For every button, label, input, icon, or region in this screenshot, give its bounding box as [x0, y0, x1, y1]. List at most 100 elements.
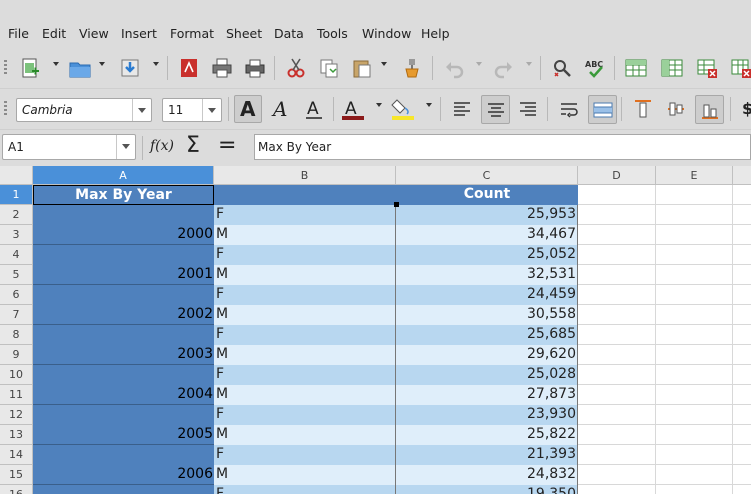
cell-a1-header[interactable]: Max By Year	[33, 185, 214, 205]
paste-icon[interactable]	[348, 54, 376, 82]
cell-count[interactable]: 30,558	[396, 305, 578, 325]
open-dropdown-icon[interactable]	[99, 62, 105, 66]
font-color-icon[interactable]: A	[339, 95, 367, 123]
cell-sex[interactable]: M	[214, 265, 396, 285]
empty-cell[interactable]	[656, 405, 733, 425]
column-icon[interactable]	[658, 54, 686, 82]
empty-cell[interactable]	[578, 305, 656, 325]
column-header-c[interactable]: C	[396, 166, 578, 185]
menu-insert[interactable]: Insert	[121, 26, 157, 41]
align-top-icon[interactable]	[629, 95, 657, 123]
cell-year[interactable]: 2001	[33, 265, 214, 285]
align-bottom-icon[interactable]	[695, 95, 724, 124]
cell-sex[interactable]: M	[214, 225, 396, 245]
italic-icon[interactable]: A	[267, 95, 295, 123]
cell-count[interactable]: 25,685	[396, 325, 578, 345]
cell-b1[interactable]	[214, 185, 396, 205]
undo-dropdown-icon[interactable]	[476, 62, 482, 66]
empty-cell[interactable]	[733, 385, 751, 405]
redo-icon[interactable]	[490, 54, 518, 82]
cell-count[interactable]: 34,467	[396, 225, 578, 245]
font-name-combo[interactable]: Cambria	[16, 98, 152, 122]
cell-year[interactable]: 2000	[33, 225, 214, 245]
currency-icon[interactable]: $	[742, 99, 751, 118]
empty-cell[interactable]	[733, 465, 751, 485]
cell-sex[interactable]: F	[214, 405, 396, 425]
empty-cell[interactable]	[578, 285, 656, 305]
name-box[interactable]: A1	[2, 134, 136, 160]
cell-sex[interactable]: F	[214, 365, 396, 385]
empty-cell[interactable]	[578, 265, 656, 285]
chevron-down-icon[interactable]	[202, 99, 221, 121]
row-header[interactable]: 13	[0, 425, 33, 445]
empty-cell[interactable]	[578, 325, 656, 345]
menu-file[interactable]: File	[8, 26, 29, 41]
empty-cell[interactable]	[733, 285, 751, 305]
copy-icon[interactable]	[315, 54, 343, 82]
function-wizard-icon[interactable]: f(x)	[150, 138, 174, 154]
print-icon[interactable]	[208, 54, 236, 82]
cell-year[interactable]	[33, 245, 214, 265]
cell-sex[interactable]: M	[214, 465, 396, 485]
cell-count[interactable]: 19,350	[396, 485, 578, 494]
cell-sex[interactable]: F	[214, 445, 396, 465]
row-header[interactable]: 3	[0, 225, 33, 245]
empty-cell[interactable]	[578, 405, 656, 425]
cell-year[interactable]: 2005	[33, 425, 214, 445]
row-header[interactable]: 4	[0, 245, 33, 265]
empty-cell[interactable]	[733, 205, 751, 225]
chevron-down-icon[interactable]	[116, 135, 135, 159]
row-icon[interactable]	[622, 54, 650, 82]
cell-sex[interactable]: M	[214, 345, 396, 365]
row-header[interactable]: 5	[0, 265, 33, 285]
print-preview-icon[interactable]	[241, 54, 269, 82]
empty-cell[interactable]	[733, 445, 751, 465]
save-icon[interactable]	[116, 54, 144, 82]
merge-center-icon[interactable]	[588, 95, 617, 124]
cell-sex[interactable]: M	[214, 305, 396, 325]
empty-cell[interactable]	[733, 325, 751, 345]
delete-rows-icon[interactable]	[694, 54, 722, 82]
empty-cell[interactable]	[656, 425, 733, 445]
row-header[interactable]: 6	[0, 285, 33, 305]
empty-cell[interactable]	[656, 225, 733, 245]
cell-count[interactable]: 25,953	[396, 205, 578, 225]
font-color-dropdown-icon[interactable]	[376, 103, 382, 107]
find-replace-icon[interactable]	[548, 54, 576, 82]
row-header[interactable]: 7	[0, 305, 33, 325]
row-header[interactable]: 12	[0, 405, 33, 425]
sum-icon[interactable]: Σ	[186, 133, 200, 158]
spreadsheet-grid[interactable]: A B C D E Max By Year Count 1 2 F 25,953 3 20…	[0, 166, 751, 494]
empty-cell[interactable]	[656, 285, 733, 305]
column-header-b[interactable]: B	[214, 166, 396, 185]
font-size-combo[interactable]: 11	[162, 98, 222, 122]
empty-cell[interactable]	[656, 265, 733, 285]
cell-year[interactable]	[33, 445, 214, 465]
fill-handle[interactable]	[394, 202, 399, 207]
cell-count[interactable]: 25,822	[396, 425, 578, 445]
spelling-icon[interactable]: ABC	[581, 54, 609, 82]
cell-count[interactable]: 24,459	[396, 285, 578, 305]
wrap-text-icon[interactable]	[555, 95, 583, 123]
empty-cell[interactable]	[733, 365, 751, 385]
new-document-icon[interactable]	[16, 54, 44, 82]
toolbar-grip[interactable]	[4, 101, 7, 117]
cell-year[interactable]: 2004	[33, 385, 214, 405]
chevron-down-icon[interactable]	[132, 99, 151, 121]
empty-cell[interactable]	[578, 445, 656, 465]
cell-sex[interactable]: F	[214, 325, 396, 345]
empty-cell[interactable]	[733, 425, 751, 445]
row-header[interactable]: 1	[0, 185, 33, 205]
cell-year[interactable]	[33, 325, 214, 345]
cell-sex[interactable]: M	[214, 385, 396, 405]
cell-year[interactable]	[33, 285, 214, 305]
column-header-a[interactable]: A	[33, 166, 214, 185]
row-header[interactable]: 10	[0, 365, 33, 385]
column-header-d[interactable]: D	[578, 166, 656, 185]
new-dropdown-icon[interactable]	[53, 62, 59, 66]
empty-cell[interactable]	[656, 205, 733, 225]
clone-formatting-icon[interactable]	[398, 54, 426, 82]
menu-tools[interactable]: Tools	[317, 26, 348, 41]
delete-columns-icon[interactable]	[728, 54, 751, 82]
cell-count[interactable]: 25,028	[396, 365, 578, 385]
